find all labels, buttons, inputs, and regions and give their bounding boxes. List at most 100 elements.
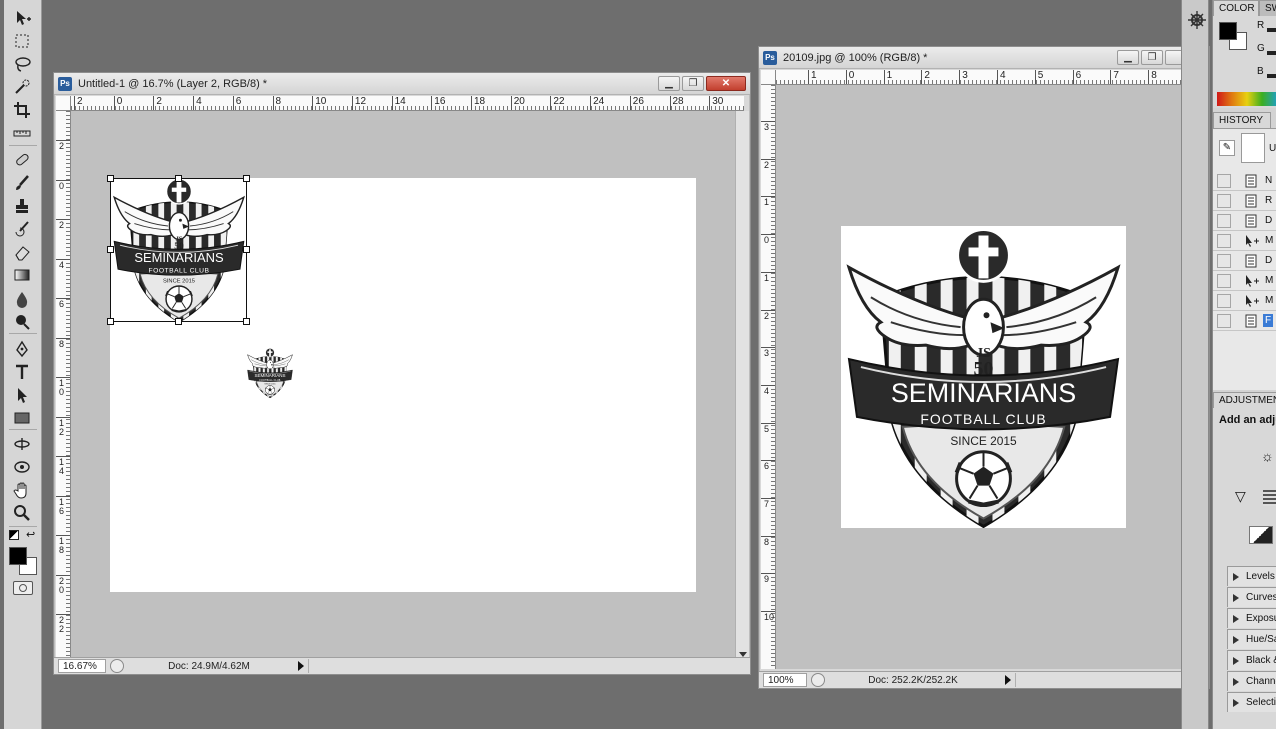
transform-handle[interactable]: [107, 318, 114, 325]
restore-button[interactable]: ❐: [682, 76, 704, 91]
history-checkbox[interactable]: [1217, 313, 1231, 328]
history-checkbox[interactable]: [1217, 293, 1231, 308]
status-menu-arrow-icon[interactable]: [298, 661, 304, 671]
history-checkbox[interactable]: [1217, 233, 1231, 248]
history-checkbox[interactable]: [1217, 213, 1231, 228]
history-state[interactable]: D: [1213, 251, 1276, 271]
history-state[interactable]: M: [1213, 231, 1276, 251]
canvas-area[interactable]: JS 50 SEMINARIANS FOOTBALL CLUB SINCE 2015 J…: [71, 111, 735, 659]
ruler-origin[interactable]: [761, 70, 776, 85]
adjustment-preset[interactable]: Curves: [1227, 587, 1276, 607]
transform-handle[interactable]: [107, 175, 114, 182]
marquee-tool-icon[interactable]: [11, 31, 33, 51]
green-slider[interactable]: [1267, 51, 1276, 55]
expand-triangle-icon[interactable]: [1233, 572, 1239, 581]
hand-tool-icon[interactable]: [11, 480, 33, 500]
vibrance-icon[interactable]: ▽: [1235, 488, 1246, 505]
title-bar[interactable]: Ps 20109.jpg @ 100% (RGB/8) * ▁ ❐ ✕: [759, 47, 1209, 69]
canvas-area[interactable]: JS 50 SEMINARIANS FOOTBALL CLUB SINCE 2015: [776, 85, 1192, 669]
3d-orbit-tool-icon[interactable]: [11, 457, 33, 477]
zoom-field[interactable]: 16.67%: [58, 659, 106, 673]
vertical-ruler[interactable]: 3 2 1 0 1 2 3 4 5 6 7 8 9 10: [761, 85, 776, 669]
expand-triangle-icon[interactable]: [1233, 656, 1239, 665]
tab-swatches[interactable]: SW: [1259, 0, 1276, 16]
history-checkbox[interactable]: [1217, 253, 1231, 268]
tab-color[interactable]: COLOR: [1213, 0, 1259, 16]
horizontal-ruler[interactable]: 2 0 2 4 6 8 10 12 14 16 18 20 22 24 26 28 30: [71, 96, 744, 111]
history-checkbox[interactable]: [1217, 173, 1231, 188]
transform-handle[interactable]: [175, 175, 182, 182]
rectangle-tool-icon[interactable]: [11, 408, 33, 428]
adjustment-preset[interactable]: Black &: [1227, 650, 1276, 670]
color-spectrum[interactable]: [1217, 92, 1276, 106]
move-tool-icon[interactable]: [11, 8, 33, 28]
small-logo-layer[interactable]: JS 50 SEMINARIANS FOOTBALL CLUB SINCE 2015: [246, 348, 294, 399]
type-tool-icon[interactable]: [11, 362, 33, 382]
adjustment-preset[interactable]: Hue/Sa: [1227, 629, 1276, 649]
history-brush-tool-icon[interactable]: [11, 219, 33, 239]
document-window-untitled[interactable]: Ps Untitled-1 @ 16.7% (Layer 2, RGB/8) *…: [53, 72, 751, 675]
title-bar[interactable]: Ps Untitled-1 @ 16.7% (Layer 2, RGB/8) *…: [54, 73, 750, 95]
dodge-tool-icon[interactable]: [11, 312, 33, 332]
expand-triangle-icon[interactable]: [1233, 677, 1239, 686]
foreground-color-swatch[interactable]: [9, 547, 27, 565]
adjustment-preset[interactable]: Levels: [1227, 566, 1276, 586]
crop-tool-icon[interactable]: [11, 100, 33, 120]
ruler-tool-icon[interactable]: [11, 123, 33, 143]
transform-handle[interactable]: [243, 246, 250, 253]
pen-tool-icon[interactable]: [11, 339, 33, 359]
transform-handle[interactable]: [175, 318, 182, 325]
zoom-tool-icon[interactable]: [11, 503, 33, 523]
adjustment-preset[interactable]: Selectiv: [1227, 692, 1276, 712]
default-colors-icon[interactable]: [9, 530, 19, 540]
transform-handle[interactable]: [243, 318, 250, 325]
brush-tool-icon[interactable]: [11, 173, 33, 193]
minimize-button[interactable]: ▁: [658, 76, 680, 91]
hue-saturation-icon[interactable]: [1263, 490, 1276, 506]
history-checkbox[interactable]: [1217, 193, 1231, 208]
history-state[interactable]: F: [1213, 311, 1276, 331]
history-brush-icon[interactable]: ✎: [1219, 140, 1235, 156]
gradient-tool-icon[interactable]: [11, 265, 33, 285]
clone-stamp-tool-icon[interactable]: [11, 196, 33, 216]
horizontal-scrollbar[interactable]: [308, 659, 750, 673]
history-state[interactable]: D: [1213, 211, 1276, 231]
document-window-20109[interactable]: Ps 20109.jpg @ 100% (RGB/8) * ▁ ❐ ✕ 1012…: [758, 46, 1210, 689]
transform-handle[interactable]: [243, 175, 250, 182]
path-selection-tool-icon[interactable]: [11, 385, 33, 405]
history-snapshot[interactable]: ✎ U: [1213, 133, 1276, 163]
restore-button[interactable]: ❐: [1141, 50, 1163, 65]
vertical-ruler[interactable]: 2 0 2 4 6 8 1 0 1 2 1 4 1 6 1 8 2 0 2 2: [56, 111, 71, 659]
brightness-icon[interactable]: ☼: [1261, 448, 1276, 466]
channel-mixer-icon[interactable]: [1249, 526, 1273, 544]
tab-adjustments[interactable]: ADJUSTMEN: [1213, 392, 1276, 408]
status-info-icon[interactable]: [110, 659, 124, 673]
ruler-origin[interactable]: [56, 96, 71, 111]
navigator-icon[interactable]: [1187, 10, 1207, 30]
adjustment-preset[interactable]: Channe: [1227, 671, 1276, 691]
expand-triangle-icon[interactable]: [1233, 698, 1239, 707]
blue-slider[interactable]: [1267, 74, 1276, 78]
quick-mask-icon[interactable]: [13, 581, 33, 595]
close-button[interactable]: ✕: [706, 76, 746, 91]
history-state[interactable]: N: [1213, 171, 1276, 191]
transform-handle[interactable]: [107, 246, 114, 253]
expand-triangle-icon[interactable]: [1233, 593, 1239, 602]
history-state[interactable]: R: [1213, 191, 1276, 211]
blur-tool-icon[interactable]: [11, 289, 33, 309]
adjustment-preset[interactable]: Exposu: [1227, 608, 1276, 628]
lasso-tool-icon[interactable]: [11, 54, 33, 74]
eraser-tool-icon[interactable]: [11, 242, 33, 262]
minimize-button[interactable]: ▁: [1117, 50, 1139, 65]
history-state[interactable]: M: [1213, 291, 1276, 311]
healing-brush-tool-icon[interactable]: [11, 150, 33, 170]
zoom-field[interactable]: 100%: [763, 673, 807, 687]
vertical-scrollbar[interactable]: [735, 111, 749, 659]
expand-triangle-icon[interactable]: [1233, 614, 1239, 623]
horizontal-ruler[interactable]: 10123456789: [776, 70, 1207, 85]
history-checkbox[interactable]: [1217, 273, 1231, 288]
expand-triangle-icon[interactable]: [1233, 635, 1239, 644]
foreground-color-swatch[interactable]: [1219, 22, 1237, 40]
quick-selection-tool-icon[interactable]: [11, 77, 33, 97]
tab-history[interactable]: HISTORY: [1213, 112, 1271, 128]
